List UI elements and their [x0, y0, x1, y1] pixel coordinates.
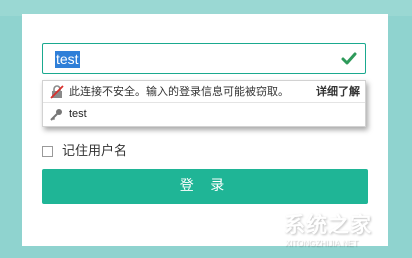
autofill-dropdown: 此连接不安全。输入的登录信息可能被窃取。 详细了解 test — [42, 80, 366, 127]
watermark-logo-icon — [238, 212, 284, 245]
insecure-lock-icon — [50, 85, 64, 99]
insecure-warning-row: 此连接不安全。输入的登录信息可能被窃取。 详细了解 — [43, 81, 365, 103]
username-value-selected[interactable]: test — [55, 51, 80, 68]
learn-more-link[interactable]: 详细了解 — [316, 84, 360, 99]
watermark-text-cn: 系统之家 — [284, 213, 372, 237]
username-input[interactable]: test — [42, 43, 366, 74]
watermark: 系统之家 XITONGZHIJIA.NET — [232, 200, 412, 258]
remember-checkbox[interactable] — [42, 146, 53, 157]
key-icon — [50, 109, 62, 121]
autofill-suggestion[interactable]: test — [43, 104, 365, 126]
insecure-warning-text: 此连接不安全。输入的登录信息可能被窃取。 — [69, 85, 289, 98]
login-button[interactable]: 登 录 — [42, 169, 368, 204]
suggestion-username: test — [69, 108, 87, 120]
remember-label: 记住用户名 — [62, 144, 128, 159]
watermark-text-en: XITONGZHIJIA.NET — [285, 239, 359, 248]
checkmark-icon — [341, 52, 357, 65]
